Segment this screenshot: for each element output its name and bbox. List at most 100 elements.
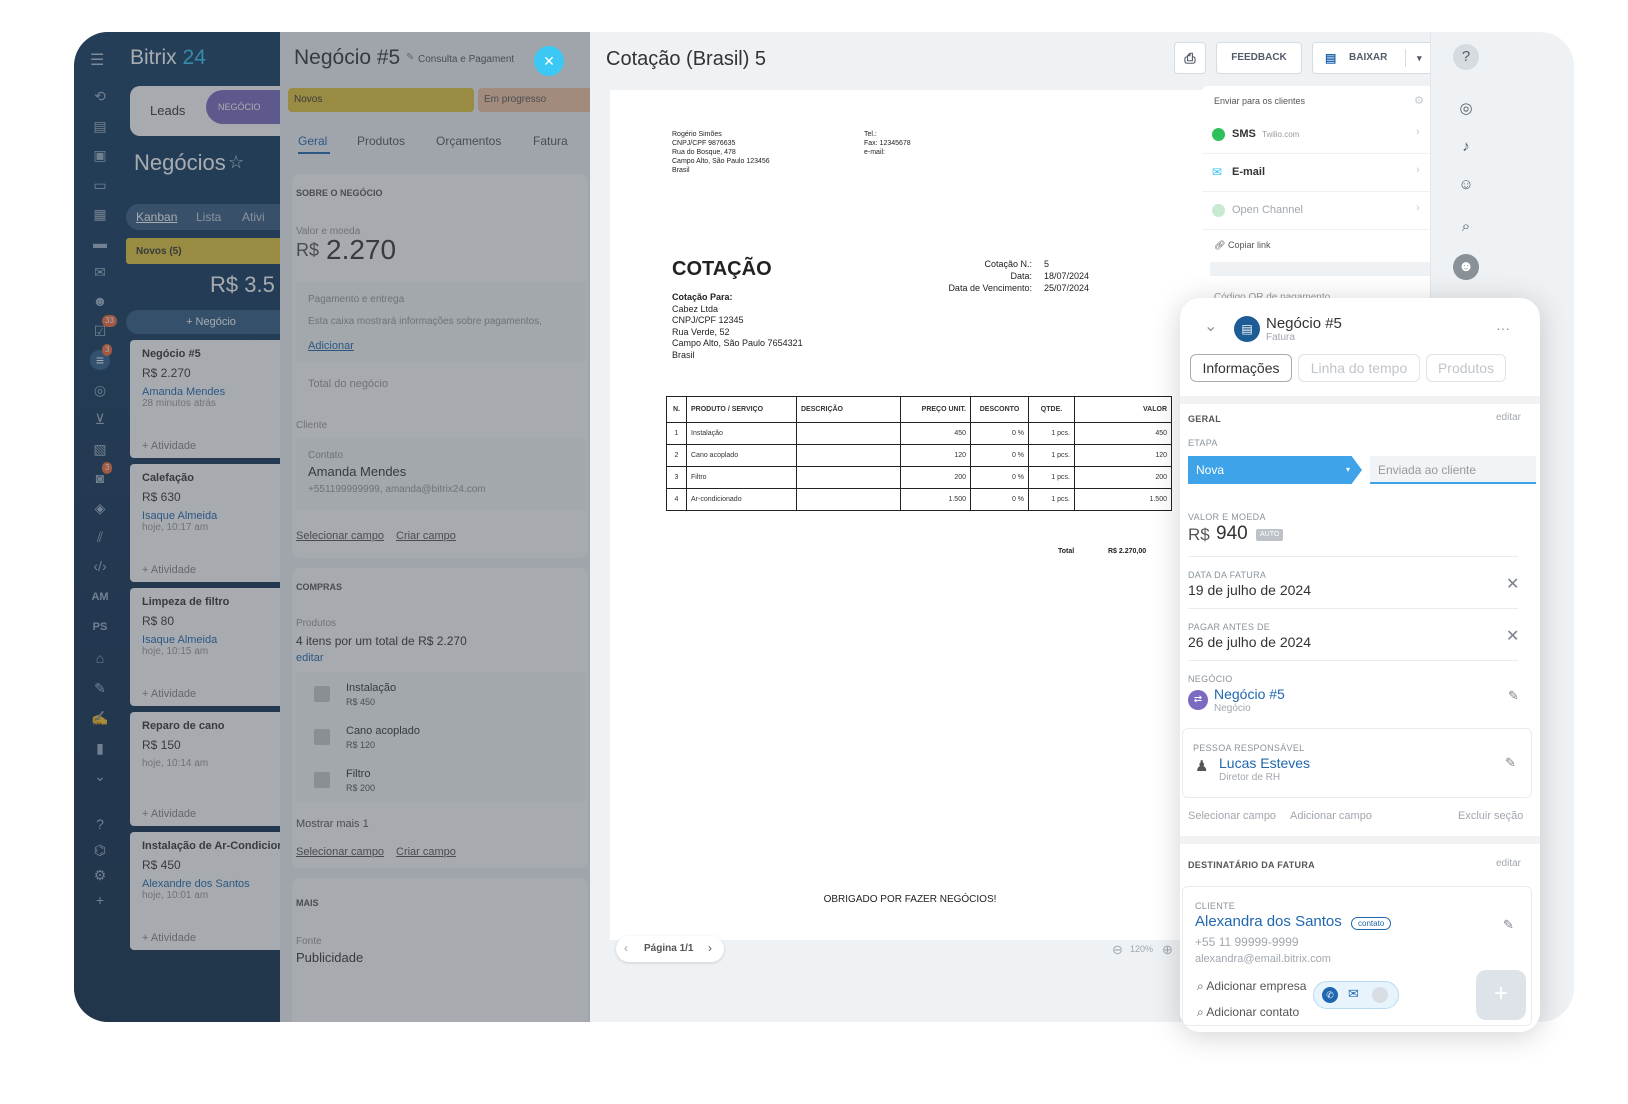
feedback-button[interactable]: FEEDBACK	[1216, 42, 1302, 74]
gear-icon[interactable]: ⚙	[1414, 94, 1424, 107]
add-company-label: Adicionar empresa	[1206, 979, 1307, 993]
table-row: 2 Cano acoplado 120 0 % 1 pcs. 120	[666, 444, 1172, 467]
invoice-currency: R$	[1188, 525, 1210, 544]
stage-label: Nova	[1196, 463, 1225, 477]
close-icon[interactable]: ✕	[534, 46, 564, 76]
page-label: Página 1/1	[644, 943, 694, 954]
stage-nova[interactable]: Nova ▾	[1188, 456, 1362, 484]
chat-icon[interactable]: ☺	[1453, 172, 1479, 198]
seller-block: Rogério Simões CNPJ/CPF 9876635 Rua do Bos…	[672, 131, 770, 174]
close-icon[interactable]: ✕	[1506, 626, 1519, 646]
avatar[interactable]: ☻	[1453, 254, 1479, 280]
send-header: Enviar para os clientes	[1214, 96, 1306, 106]
pencil-icon[interactable]: ✎	[1505, 755, 1516, 771]
add-company-row[interactable]: ⌕ Adicionar empresa	[1197, 979, 1306, 994]
field-label: ETAPA	[1188, 438, 1218, 448]
select-field-link[interactable]: Selecionar campo	[1188, 810, 1276, 822]
add-contact-row[interactable]: ⌕ Adicionar contato	[1197, 1005, 1299, 1020]
chevron-right-icon: ›	[1416, 164, 1420, 176]
viewer-title: Cotação (Brasil) 5	[606, 48, 767, 70]
invoice-date[interactable]: 19 de julho de 2024	[1188, 582, 1311, 598]
send-email[interactable]: ✉ E-mail ›	[1202, 154, 1436, 192]
delete-section-link[interactable]: Excluir seção	[1458, 810, 1523, 822]
field-label: DATA DA FATURA	[1188, 570, 1267, 580]
chevron-left-icon[interactable]: ‹	[624, 941, 628, 955]
target-icon[interactable]: ◎	[1453, 96, 1479, 122]
pencil-icon[interactable]: ✎	[1503, 917, 1514, 933]
invoice-amount: 940	[1216, 523, 1248, 544]
modal-backdrop	[74, 32, 590, 1022]
responsible-role: Diretor de RH	[1219, 772, 1281, 783]
table-row: 3 Filtro 200 0 % 1 pcs. 200	[666, 466, 1172, 489]
invoice-subtitle: Fatura	[1266, 332, 1295, 343]
download-label: BAIXAR	[1349, 52, 1388, 63]
copy-link-label: Copiar link	[1227, 240, 1271, 250]
responsible-name[interactable]: Lucas Esteves	[1219, 755, 1310, 771]
copy-link[interactable]: 🔗︎ Copiar link	[1214, 240, 1270, 251]
thanks-text: OBRIGADO POR FAZER NEGÓCIOS!	[823, 894, 997, 905]
zoom-in-icon[interactable]: ⊕	[1162, 942, 1173, 958]
client-name[interactable]: Alexandra dos Santos	[1195, 913, 1342, 930]
field-label: PAGAR ANTES DE	[1188, 622, 1271, 632]
close-icon[interactable]: ✕	[1506, 574, 1519, 594]
seller-contact: Tel.: Fax: 12345678 e-mail:	[864, 131, 911, 156]
download-button[interactable]: ▤ BAIXAR ▾	[1312, 42, 1436, 74]
tab-products[interactable]: Produtos	[1426, 354, 1506, 382]
print-icon[interactable]: ⎙	[1174, 42, 1206, 74]
user-avatar-icon: ♟	[1195, 758, 1209, 775]
search-icon: ⌕	[1197, 979, 1204, 993]
search-icon: ⌕	[1197, 1005, 1204, 1019]
add-contact-label: Adicionar contato	[1206, 1005, 1300, 1019]
chat-icon[interactable]	[1372, 987, 1388, 1003]
handshake-icon: ⇄	[1188, 690, 1208, 710]
caret-down-icon: ▾	[1346, 465, 1351, 474]
sms-provider: Twilio.com	[1262, 130, 1300, 139]
chevron-down-icon[interactable]: ⌄	[1204, 316, 1217, 336]
tab-timeline[interactable]: Linha do tempo	[1298, 354, 1420, 382]
tab-information[interactable]: Informações	[1190, 354, 1292, 382]
total-value: R$ 2.270,00	[1108, 548, 1147, 555]
field-label: VALOR E MOEDA	[1188, 512, 1266, 522]
send-sms[interactable]: SMS Twilio.com ›	[1202, 116, 1436, 154]
invoice-card: ⌄ ▤ Negócio #5 Fatura ··· Informações Li…	[1180, 298, 1540, 1032]
quote-meta-labels: Cotação N.: Data: Data de Vencimento:	[948, 259, 1032, 293]
stage-sent[interactable]: Enviada ao cliente	[1370, 456, 1536, 484]
more-icon[interactable]: ···	[1496, 320, 1510, 336]
client-email[interactable]: alexandra@email.bitrix.com	[1195, 953, 1331, 965]
deal-link[interactable]: Negócio #5	[1214, 686, 1285, 702]
chevron-right-icon[interactable]: ›	[708, 941, 712, 955]
mail-icon[interactable]: ✉	[1348, 986, 1359, 1002]
doc-icon: ▤	[1325, 51, 1337, 65]
edit-link[interactable]: editar	[1496, 412, 1521, 423]
whatsapp-icon	[1212, 128, 1225, 141]
field-label: PESSOA RESPONSÁVEL	[1193, 743, 1305, 753]
section-header: DESTINATÁRIO DA FATURA	[1188, 860, 1315, 870]
phone-icon[interactable]: ✆	[1322, 987, 1338, 1003]
caret-down-icon[interactable]: ▾	[1417, 43, 1422, 73]
mail-icon: ✉	[1212, 165, 1223, 179]
table-header-row: N. PRODUTO / SERVIÇO DESCRIÇÃO PREÇO UNI…	[666, 396, 1172, 423]
add-icon[interactable]: +	[1476, 970, 1526, 1020]
add-field-link[interactable]: Adicionar campo	[1290, 810, 1372, 822]
chevron-right-icon: ›	[1416, 126, 1420, 138]
pencil-icon[interactable]: ✎	[1508, 688, 1519, 704]
zoom-out-icon[interactable]: ⊖	[1112, 942, 1123, 958]
invoice-icon: ▤	[1234, 316, 1260, 342]
help-icon[interactable]: ?	[1453, 44, 1479, 70]
responsible-block: PESSOA RESPONSÁVEL ♟ Lucas Esteves Diret…	[1182, 728, 1532, 798]
communication-buttons: ✆ ✉	[1313, 981, 1399, 1009]
contact-badge: contato	[1351, 917, 1392, 930]
bell-icon[interactable]: ♪	[1453, 134, 1479, 160]
client-phone[interactable]: +55 11 99999-9999	[1195, 935, 1299, 949]
sms-label: SMS	[1232, 128, 1256, 140]
recipient-block: Cotação Para: Cabez Ltda CNPJ/CPF 12345 Ru…	[672, 292, 803, 360]
quote-meta-values: 5 18/07/2024 25/07/2024	[1044, 259, 1090, 293]
pay-before-date[interactable]: 26 de julho de 2024	[1188, 634, 1311, 650]
table-row: 1 Instalação 450 0 % 1 pcs. 450	[666, 422, 1172, 445]
items-table: N. PRODUTO / SERVIÇO DESCRIÇÃO PREÇO UNI…	[666, 396, 1172, 511]
send-open-channel[interactable]: Open Channel ›	[1202, 192, 1436, 230]
search-icon[interactable]: ⌕	[1453, 214, 1479, 240]
edit-link[interactable]: editar	[1496, 858, 1521, 869]
chevron-right-icon: ›	[1416, 202, 1420, 214]
auto-badge: AUTO	[1256, 529, 1284, 541]
